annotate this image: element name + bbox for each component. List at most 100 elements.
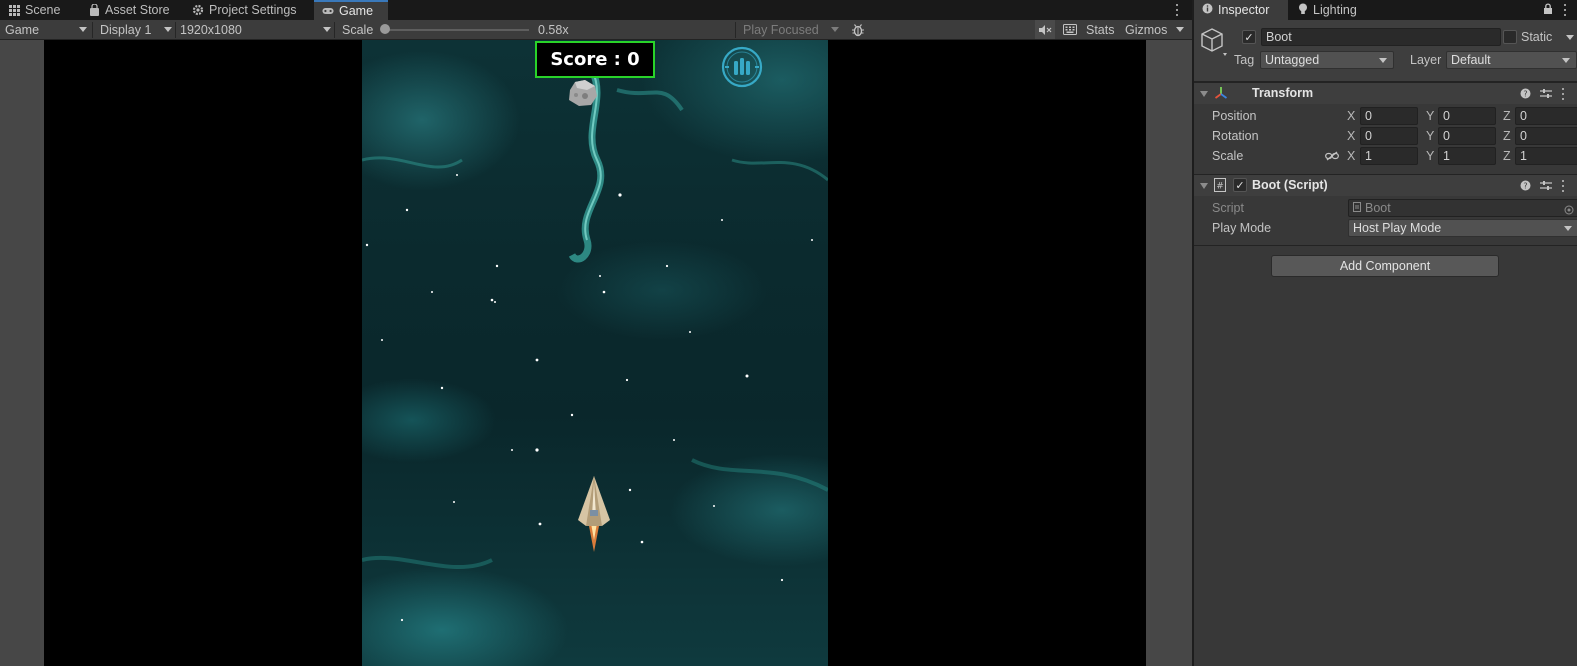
axis-z-label: Z (1503, 149, 1511, 163)
shortcut-keyboard-icon[interactable] (1060, 20, 1080, 39)
lock-icon[interactable] (1543, 3, 1553, 18)
svg-text:?: ? (1523, 182, 1527, 191)
axis-x-label: X (1347, 149, 1356, 163)
tab-label: Inspector (1218, 3, 1270, 17)
scale-label: Scale (342, 22, 374, 37)
rotation-y-field[interactable]: 0 (1438, 127, 1496, 145)
chevron-down-icon (1564, 226, 1572, 231)
editor-tab-bar: Scene Asset Store Project Settings Game (0, 0, 1192, 20)
bug-icon[interactable] (848, 20, 868, 39)
static-label: Static (1521, 30, 1553, 44)
tag-value: Untagged (1265, 53, 1320, 67)
help-icon[interactable]: ? (1519, 179, 1532, 192)
component-menu-icon[interactable] (1558, 178, 1568, 194)
more-options-icon[interactable] (1172, 2, 1182, 18)
resolution-label: 1920x1080 (180, 22, 242, 37)
position-z-field[interactable]: 0 (1515, 107, 1577, 125)
display-dropdown[interactable]: Display 1 (100, 20, 172, 39)
tab-label: Scene (25, 3, 61, 17)
player-spaceship (578, 476, 610, 552)
mute-audio-icon[interactable] (1035, 20, 1055, 39)
transform-title: Transform (1252, 86, 1314, 100)
position-x-field[interactable]: 0 (1360, 107, 1418, 125)
game-toolbar: Game Display 1 1920x1080 Scale 0.58x Pla… (0, 20, 1192, 40)
scale-y-field[interactable]: 1 (1438, 147, 1496, 165)
chevron-down-icon (831, 27, 839, 32)
gamepad-icon (322, 5, 334, 17)
asteroid-sprite (569, 80, 597, 106)
foldout-arrow-icon (1200, 183, 1208, 189)
axis-z-label: Z (1503, 109, 1511, 123)
axis-y-label: Y (1426, 109, 1435, 123)
rotation-z-field[interactable]: 0 (1515, 127, 1577, 145)
transform-icon (1214, 86, 1228, 103)
gizmos-chevron-down-icon[interactable] (1176, 27, 1184, 32)
view-mode-dropdown[interactable]: Game (5, 20, 89, 39)
toolbar-divider (334, 22, 335, 38)
object-name-field[interactable]: Boot (1261, 28, 1501, 46)
tab-inspector[interactable]: Inspector (1194, 0, 1288, 20)
scale-label: Scale (1212, 149, 1244, 163)
boot-script-enabled-checkbox[interactable]: ✓ (1233, 178, 1247, 192)
axis-y-label: Y (1426, 129, 1435, 143)
svg-text:#: # (1216, 182, 1224, 192)
info-icon (1202, 3, 1213, 17)
axis-x-label: X (1347, 129, 1356, 143)
chevron-down-icon (1562, 58, 1570, 63)
ammo-icon[interactable] (720, 45, 764, 89)
presets-icon[interactable] (1539, 87, 1552, 100)
presets-icon[interactable] (1539, 179, 1552, 192)
scale-slider-track[interactable] (385, 29, 529, 31)
axis-y-label: Y (1426, 149, 1435, 163)
stats-button[interactable]: Stats (1086, 20, 1115, 39)
inspector-more-options-icon[interactable] (1560, 2, 1570, 18)
toolbar-divider (735, 22, 736, 38)
tab-scene[interactable]: Scene (0, 0, 68, 20)
play-mode-dropdown[interactable]: Host Play Mode (1348, 219, 1577, 237)
object-header: ✓ Boot Static Tag Untagged Layer Default (1194, 20, 1577, 82)
foldout-arrow-icon (1200, 91, 1208, 97)
chevron-down-icon (164, 27, 172, 32)
tab-lighting[interactable]: Lighting (1290, 0, 1365, 20)
help-icon[interactable]: ? (1519, 87, 1532, 100)
play-mode-dropdown[interactable]: Play Focused (743, 20, 841, 39)
gear-icon (192, 4, 204, 16)
tab-game[interactable]: Game (314, 0, 388, 20)
component-menu-icon[interactable] (1558, 86, 1568, 102)
script-asset-icon (1353, 201, 1361, 215)
tab-label: Asset Store (105, 3, 170, 17)
tab-project-settings[interactable]: Project Settings (184, 0, 305, 20)
script-file-icon: # (1214, 178, 1226, 195)
bulb-icon (1298, 3, 1308, 18)
scale-x-field[interactable]: 1 (1360, 147, 1418, 165)
components-divider (1194, 245, 1577, 246)
scale-value: 0.58x (538, 22, 569, 37)
transform-component-header[interactable]: Transform ? (1194, 82, 1577, 104)
toolbar-divider (175, 22, 176, 38)
object-active-checkbox[interactable]: ✓ (1242, 30, 1256, 44)
scale-z-field[interactable]: 1 (1515, 147, 1577, 165)
game-view-panel: Scene Asset Store Project Settings Game (0, 0, 1192, 666)
constrain-proportions-icon[interactable] (1325, 150, 1339, 164)
game-camera-render[interactable]: Score : 0 (362, 40, 828, 666)
layer-dropdown[interactable]: Default (1446, 51, 1577, 69)
boot-script-component-header[interactable]: # ✓ Boot (Script) ? (1194, 174, 1577, 196)
boot-script-title: Boot (Script) (1252, 178, 1328, 192)
static-checkbox[interactable] (1503, 30, 1517, 44)
add-component-button[interactable]: Add Component (1271, 255, 1499, 277)
chevron-down-icon (323, 27, 331, 32)
rotation-x-field[interactable]: 0 (1360, 127, 1418, 145)
view-mode-label: Game (5, 22, 40, 37)
tab-label: Lighting (1313, 3, 1357, 17)
tag-dropdown[interactable]: Untagged (1260, 51, 1394, 69)
resolution-dropdown[interactable]: 1920x1080 (180, 20, 331, 39)
position-y-field[interactable]: 0 (1438, 107, 1496, 125)
display-label: Display 1 (100, 22, 152, 37)
object-picker-icon[interactable] (1564, 204, 1574, 216)
bag-icon (88, 4, 100, 16)
unity-editor: Scene Asset Store Project Settings Game (0, 0, 1577, 666)
static-chevron-down-icon[interactable] (1566, 35, 1574, 40)
tab-asset-store[interactable]: Asset Store (80, 0, 178, 20)
gizmos-button[interactable]: Gizmos (1125, 20, 1167, 39)
scale-slider-handle[interactable] (380, 24, 390, 34)
